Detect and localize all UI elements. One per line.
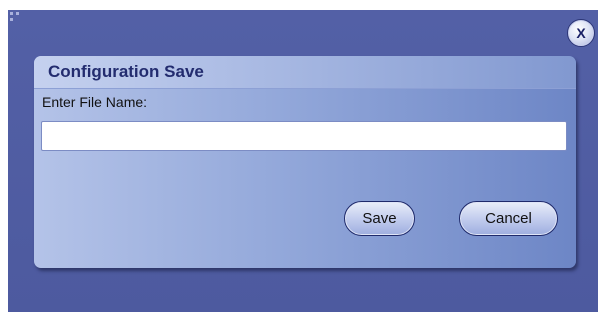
file-name-input[interactable]: [41, 121, 567, 151]
save-button[interactable]: Save: [344, 201, 415, 236]
close-button[interactable]: X: [567, 19, 595, 47]
cancel-button[interactable]: Cancel: [459, 201, 558, 236]
dialog-title: Configuration Save: [48, 62, 204, 81]
close-icon: X: [576, 25, 586, 41]
configuration-save-dialog: Configuration Save Enter File Name: Save…: [34, 56, 576, 268]
resize-grip-icon[interactable]: [10, 12, 22, 24]
file-name-label: Enter File Name:: [42, 94, 148, 110]
app-window: X Configuration Save Enter File Name: Sa…: [0, 0, 598, 312]
dialog-title-bar: Configuration Save: [34, 56, 576, 89]
